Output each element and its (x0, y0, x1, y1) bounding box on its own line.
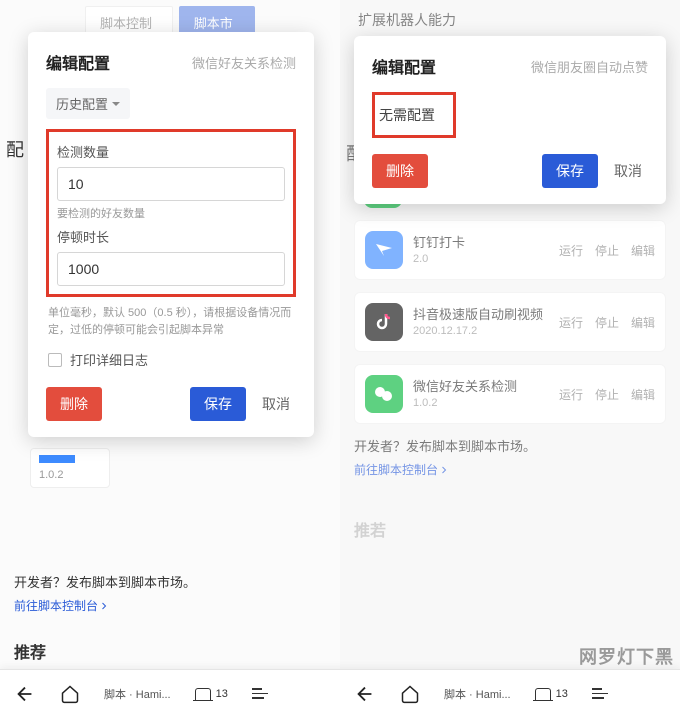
home-icon-r[interactable] (400, 684, 420, 704)
right-phone-panel: 扩展机器人能力 配 ………动点赞 1.0.0 运行 停止 编辑 (340, 0, 680, 717)
detect-count-label: 检测数量 (57, 142, 285, 161)
cancel-button[interactable]: 取消 (256, 387, 296, 421)
cfg-section-char: 配 (6, 136, 24, 162)
pause-hint: 单位毫秒，默认 500（0.5 秒），请根据设备情况而定，过低的停顿可能会引起脚… (48, 305, 294, 338)
delete-button-r[interactable]: 删除 (372, 154, 428, 188)
breadcrumb[interactable]: 脚本 · Hami... (104, 686, 171, 702)
menu-icon[interactable] (252, 688, 268, 699)
save-button-r[interactable]: 保存 (542, 154, 598, 188)
detect-count-hint: 要检测的好友数量 (57, 205, 285, 221)
dev-link[interactable]: 前往脚本控制台 (14, 597, 110, 614)
save-button[interactable]: 保存 (190, 387, 246, 421)
pause-duration-label: 停顿时长 (57, 227, 285, 246)
config-highlight-box: 检测数量 要检测的好友数量 停顿时长 (46, 129, 296, 297)
delete-button[interactable]: 删除 (46, 387, 102, 421)
tabs-icon-r[interactable]: 13 (535, 688, 568, 700)
tabs-icon[interactable]: 13 (195, 688, 228, 700)
pause-duration-input[interactable] (57, 252, 285, 286)
recommend-heading: 推荐 (14, 639, 326, 663)
history-config-select[interactable]: 历史配置 (46, 88, 130, 119)
home-icon[interactable] (60, 684, 80, 704)
cancel-button-r[interactable]: 取消 (608, 154, 648, 188)
menu-icon-r[interactable] (592, 688, 608, 699)
detect-count-input[interactable] (57, 167, 285, 201)
browser-bottom-bar: 脚本 · Hami... 13 脚本 · Hami... 13 (0, 669, 680, 717)
no-config-highlight: 无需配置 (372, 92, 456, 138)
back-icon-r[interactable] (354, 683, 376, 705)
back-icon[interactable] (14, 683, 36, 705)
verbose-log-checkbox[interactable] (48, 353, 62, 367)
edit-config-dialog-right: 编辑配置 微信朋友圈自动点赞 无需配置 删除 保存 取消 (354, 36, 666, 204)
dialog-title-r: 编辑配置 (372, 54, 436, 78)
left-phone-panel: 脚本控制台 脚本市场 配 1.0.2 开发者？发布脚本到脚本市场。 前往脚本控制… (0, 0, 340, 717)
verbose-log-label: 打印详细日志 (70, 350, 148, 369)
dialog-subtitle: 微信好友关系检测 (192, 53, 296, 72)
background-card-stub: 1.0.2 (30, 448, 110, 488)
dialog-subtitle-r: 微信朋友圈自动点赞 (531, 57, 648, 76)
dialog-title: 编辑配置 (46, 50, 110, 74)
chevron-down-icon (112, 102, 120, 110)
dev-prompt: 开发者？发布脚本到脚本市场。 (14, 572, 326, 591)
watermark: 网罗灯下黑 (579, 643, 674, 669)
breadcrumb-r[interactable]: 脚本 · Hami... (444, 686, 511, 702)
edit-config-dialog-left: 编辑配置 微信好友关系检测 历史配置 检测数量 要检测的好友数量 停顿时长 单位… (28, 32, 314, 437)
